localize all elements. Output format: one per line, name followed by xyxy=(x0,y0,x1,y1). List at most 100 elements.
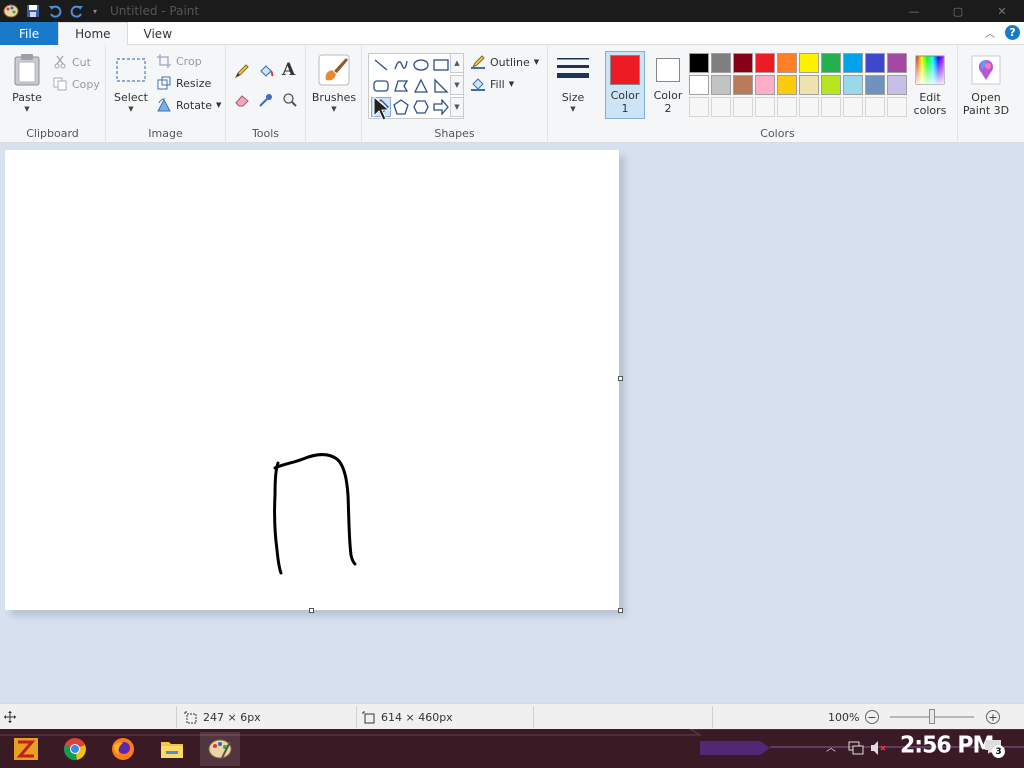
text-tool-icon[interactable]: A xyxy=(282,60,295,80)
palette-custom-swatch[interactable] xyxy=(843,97,863,117)
network-icon[interactable] xyxy=(848,740,864,756)
palette-custom-swatch[interactable] xyxy=(865,97,885,117)
polygon-shape-icon[interactable] xyxy=(391,76,411,96)
eraser-icon[interactable] xyxy=(234,92,250,108)
palette-color-swatch[interactable] xyxy=(711,75,731,95)
palette-color-swatch[interactable] xyxy=(821,53,841,73)
show-hidden-icons-icon[interactable]: ︿ xyxy=(826,739,836,754)
palette-custom-swatch[interactable] xyxy=(733,97,753,117)
palette-color-swatch[interactable] xyxy=(689,53,709,73)
line-shape-icon[interactable] xyxy=(371,55,391,75)
select-dropdown-icon: ▼ xyxy=(128,105,134,113)
palette-color-swatch[interactable] xyxy=(755,53,775,73)
palette-custom-swatch[interactable] xyxy=(711,97,731,117)
rectangle-shape-icon[interactable] xyxy=(431,55,451,75)
save-icon[interactable] xyxy=(22,0,44,22)
fill-button[interactable]: Fill ▼ xyxy=(470,74,514,94)
paint-palette-icon xyxy=(208,739,232,759)
tab-view[interactable]: View xyxy=(128,22,188,45)
canvas-workspace[interactable] xyxy=(0,96,1024,703)
image-group: Select ▼ Crop Resize Rotate ▼ Image xyxy=(106,45,226,143)
edit-colors-button[interactable]: Edit colors xyxy=(910,53,950,117)
fill-bucket-icon[interactable] xyxy=(258,63,274,79)
paste-button[interactable]: Paste ▼ xyxy=(8,53,46,113)
collapse-ribbon-icon[interactable]: ︿ xyxy=(985,25,995,40)
palette-color-swatch[interactable] xyxy=(777,75,797,95)
palette-custom-swatch[interactable] xyxy=(799,97,819,117)
paint-taskbar-button[interactable] xyxy=(200,732,240,766)
resize-button[interactable]: Resize xyxy=(156,73,211,93)
size-button[interactable]: Size ▼ xyxy=(554,53,592,113)
undo-icon[interactable] xyxy=(44,0,66,22)
volume-muted-icon[interactable] xyxy=(870,740,888,756)
close-button[interactable]: ✕ xyxy=(980,0,1024,22)
tab-home[interactable]: Home xyxy=(58,22,128,46)
pencil-icon[interactable] xyxy=(234,63,250,79)
palette-custom-swatch[interactable] xyxy=(777,97,797,117)
palette-custom-swatch[interactable] xyxy=(887,97,907,117)
palette-color-swatch[interactable] xyxy=(887,53,907,73)
shapes-expand-icon[interactable]: ▼ xyxy=(450,97,464,117)
shapes-scroll-down-icon[interactable]: ▼ xyxy=(450,75,464,95)
palette-color-swatch[interactable] xyxy=(865,53,885,73)
magnifier-icon[interactable] xyxy=(282,92,298,108)
file-explorer-taskbar-button[interactable] xyxy=(152,732,192,766)
palette-color-swatch[interactable] xyxy=(843,53,863,73)
taskbar-clock[interactable]: 2:56 PM xyxy=(900,732,994,758)
open-paint3d-button[interactable]: Open Paint 3D xyxy=(960,53,1012,117)
resize-handle-corner[interactable] xyxy=(618,608,623,613)
palette-color-swatch[interactable] xyxy=(821,75,841,95)
chrome-taskbar-button[interactable] xyxy=(55,732,95,766)
palette-custom-swatch[interactable] xyxy=(821,97,841,117)
resize-handle-right[interactable] xyxy=(618,376,623,381)
minimize-button[interactable]: — xyxy=(892,0,936,22)
palette-color-swatch[interactable] xyxy=(733,53,753,73)
palette-custom-swatch[interactable] xyxy=(689,97,709,117)
paint-app-icon[interactable] xyxy=(0,0,22,22)
palette-color-swatch[interactable] xyxy=(689,75,709,95)
zoom-slider-thumb[interactable] xyxy=(929,709,935,724)
right-arrow-shape-icon[interactable] xyxy=(431,97,451,117)
palette-color-swatch[interactable] xyxy=(865,75,885,95)
drawing-canvas[interactable] xyxy=(5,150,619,610)
palette-color-swatch[interactable] xyxy=(843,75,863,95)
palette-color-swatch[interactable] xyxy=(733,75,753,95)
customize-quick-access-icon[interactable]: ▾ xyxy=(88,0,102,22)
color-picker-icon[interactable] xyxy=(258,92,274,108)
select-button[interactable]: Select ▼ xyxy=(112,53,150,113)
zoom-out-icon[interactable]: − xyxy=(865,710,879,724)
triangle-shape-icon[interactable] xyxy=(411,76,431,96)
color1-button[interactable]: Color 1 xyxy=(605,51,645,119)
outline-button[interactable]: Outline ▼ xyxy=(470,52,539,72)
hexagon-shape-icon[interactable] xyxy=(411,97,431,117)
firefox-taskbar-button[interactable] xyxy=(103,732,143,766)
palette-color-swatch[interactable] xyxy=(887,75,907,95)
palette-custom-swatch[interactable] xyxy=(755,97,775,117)
rotate-button[interactable]: Rotate ▼ xyxy=(156,95,221,115)
oval-shape-icon[interactable] xyxy=(411,55,431,75)
palette-color-swatch[interactable] xyxy=(777,53,797,73)
cut-button[interactable]: Cut xyxy=(52,52,91,72)
shapes-scroll-up-icon[interactable]: ▲ xyxy=(450,53,464,73)
rounded-rectangle-shape-icon[interactable] xyxy=(371,76,391,96)
copy-button[interactable]: Copy xyxy=(52,74,100,94)
crop-button[interactable]: Crop xyxy=(156,51,202,71)
maximize-button[interactable]: ▢ xyxy=(936,0,980,22)
help-icon[interactable]: ? xyxy=(1005,25,1020,40)
start-button[interactable] xyxy=(6,732,46,766)
color-spectrum-icon xyxy=(915,55,945,85)
pentagon-shape-icon[interactable] xyxy=(391,97,411,117)
palette-color-swatch[interactable] xyxy=(799,75,819,95)
redo-icon[interactable] xyxy=(66,0,88,22)
resize-handle-bottom[interactable] xyxy=(309,608,314,613)
zoom-in-icon[interactable]: + xyxy=(986,710,1000,724)
tab-file[interactable]: File xyxy=(0,22,59,45)
palette-color-swatch[interactable] xyxy=(711,53,731,73)
brushes-button[interactable]: Brushes ▼ xyxy=(312,53,356,113)
action-center-button[interactable]: 3 xyxy=(984,739,1005,758)
curve-shape-icon[interactable] xyxy=(391,55,411,75)
right-triangle-shape-icon[interactable] xyxy=(431,76,451,96)
palette-color-swatch[interactable] xyxy=(755,75,775,95)
palette-color-swatch[interactable] xyxy=(799,53,819,73)
color2-button[interactable]: Color 2 xyxy=(648,51,688,119)
